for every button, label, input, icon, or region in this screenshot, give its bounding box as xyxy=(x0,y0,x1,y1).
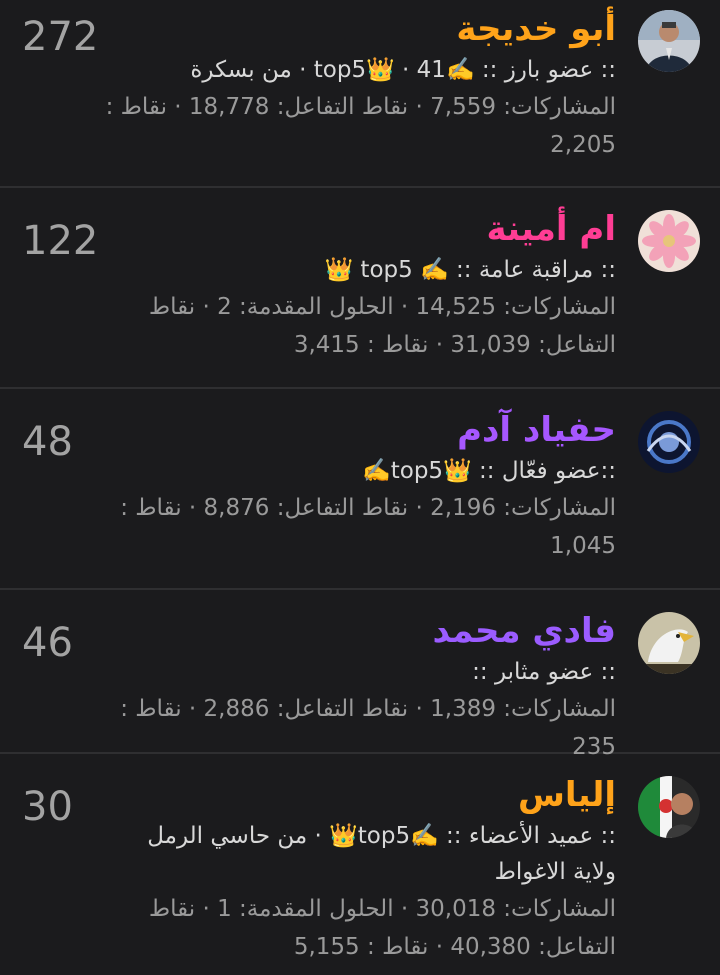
list-item[interactable]: ام أمينة :: مراقبة عامة :: ✍️ top5 👑 الم… xyxy=(0,188,720,389)
man-in-suit-avatar[interactable] xyxy=(638,10,700,72)
member-stats: المشاركات: 7,559 · نقاط التفاعل: 18,778 … xyxy=(105,94,616,158)
member-info: حفياد آدم ::عضو فعّال :: 👑top5✍️ المشارك… xyxy=(100,407,616,565)
list-item[interactable]: حفياد آدم ::عضو فعّال :: 👑top5✍️ المشارك… xyxy=(0,389,720,590)
member-info: فادي محمد :: عضو مثابر :: المشاركات: 1,3… xyxy=(100,608,616,766)
member-title: :: عضو مثابر :: xyxy=(472,659,616,685)
member-name[interactable]: إلياس xyxy=(100,772,616,818)
blue-ornament-avatar[interactable] xyxy=(638,411,700,473)
member-score: 48 xyxy=(22,419,73,465)
member-title: :: مراقبة عامة :: ✍️ top5 👑 xyxy=(324,257,616,283)
flag-man-avatar[interactable] xyxy=(638,776,700,838)
list-item[interactable]: فادي محمد :: عضو مثابر :: المشاركات: 1,3… xyxy=(0,590,720,760)
member-score: 272 xyxy=(22,14,99,60)
member-name[interactable]: فادي محمد xyxy=(100,608,616,654)
member-list: أبو خديجة :: عضو بارز :: ✍️top5👑 · 41 · … xyxy=(0,0,720,975)
eagle-avatar[interactable] xyxy=(638,612,700,674)
member-info: إلياس :: عميد الأعضاء :: ✍️top5👑 · من حا… xyxy=(100,772,616,966)
list-item[interactable]: أبو خديجة :: عضو بارز :: ✍️top5👑 · 41 · … xyxy=(0,0,720,188)
member-title: :: عضو بارز :: ✍️top5👑 · 41 · من بسكرة xyxy=(190,57,616,83)
member-stats: المشاركات: 14,525 · الحلول المقدمة: 2 · … xyxy=(148,294,616,358)
member-name[interactable]: حفياد آدم xyxy=(100,407,616,453)
member-title: :: عميد الأعضاء :: ✍️top5👑 · من حاسي الر… xyxy=(147,823,616,885)
member-stats: المشاركات: 30,018 · الحلول المقدمة: 1 · … xyxy=(148,896,616,960)
member-score: 122 xyxy=(22,218,99,264)
member-score: 30 xyxy=(22,784,73,830)
member-stats: المشاركات: 2,196 · نقاط التفاعل: 8,876 ·… xyxy=(120,495,616,559)
list-item[interactable]: إلياس :: عميد الأعضاء :: ✍️top5👑 · من حا… xyxy=(0,754,720,975)
member-info: ام أمينة :: مراقبة عامة :: ✍️ top5 👑 الم… xyxy=(100,206,616,364)
member-name[interactable]: أبو خديجة xyxy=(100,6,616,52)
pink-flower-avatar[interactable] xyxy=(638,210,700,272)
member-info: أبو خديجة :: عضو بارز :: ✍️top5👑 · 41 · … xyxy=(100,6,616,164)
member-name[interactable]: ام أمينة xyxy=(100,206,617,252)
member-title: ::عضو فعّال :: 👑top5✍️ xyxy=(362,458,616,484)
member-score: 46 xyxy=(22,620,73,666)
